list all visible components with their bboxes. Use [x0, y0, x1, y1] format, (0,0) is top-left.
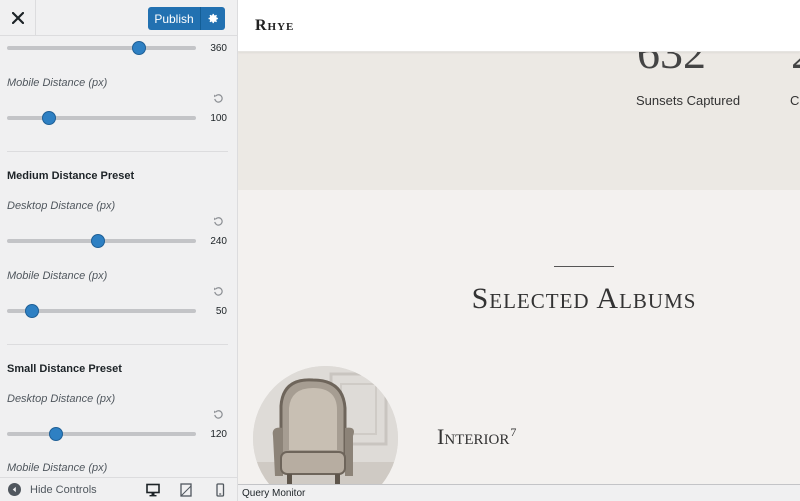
section-divider	[7, 151, 228, 152]
close-icon	[11, 11, 24, 24]
sidebar-footer: Hide Controls	[0, 477, 237, 501]
mobile-distance-label: Mobile Distance (px)	[7, 462, 108, 474]
desktop-distance-label: Desktop Distance (px)	[7, 200, 116, 212]
gear-icon	[208, 13, 218, 24]
slider-thumb[interactable]	[49, 427, 64, 441]
chevron-left-icon	[8, 483, 21, 496]
customizer-sidebar: Publish 360 Mobile Distance (px) 100 Med…	[0, 0, 238, 501]
slider-thumb[interactable]	[132, 41, 147, 55]
mobile-distance-label: Mobile Distance (px)	[7, 270, 108, 282]
mobile-icon	[216, 483, 225, 497]
album-title[interactable]: Interior7	[437, 424, 516, 450]
slider-value: 120	[210, 429, 227, 440]
publish-button-group: Publish	[148, 7, 225, 30]
album-count: 7	[510, 424, 517, 439]
publish-button[interactable]: Publish	[148, 7, 200, 30]
slider-thumb[interactable]	[24, 304, 39, 318]
medium-mobile-distance-slider[interactable]	[7, 304, 196, 318]
section-divider	[7, 344, 228, 345]
site-preview: Rhye 632 Sunsets Captured 2 C Selected A…	[238, 0, 800, 501]
album-title-text: Interior	[437, 424, 510, 449]
small-desktop-distance-slider[interactable]	[7, 427, 196, 441]
tablet-icon	[180, 483, 192, 497]
mobile-distance-label: Mobile Distance (px)	[7, 77, 108, 89]
slider-track	[7, 116, 196, 120]
slider-value: 100	[210, 113, 227, 124]
slider-value: 360	[210, 43, 227, 54]
medium-preset-title: Medium Distance Preset	[7, 170, 135, 182]
mobile-preview-button[interactable]	[213, 483, 227, 497]
reset-icon[interactable]	[213, 409, 224, 420]
stat-label: C	[790, 93, 800, 108]
stats-section: 632 Sunsets Captured 2 C	[238, 30, 800, 190]
slider-value: 240	[210, 236, 227, 247]
hide-controls-label: Hide Controls	[30, 483, 97, 496]
desktop-distance-label: Desktop Distance (px)	[7, 393, 116, 405]
reset-icon[interactable]	[213, 216, 224, 227]
close-button[interactable]	[0, 0, 36, 35]
query-monitor-label[interactable]: Query Monitor	[242, 488, 305, 499]
slider-thumb[interactable]	[41, 111, 56, 125]
slider-thumb[interactable]	[90, 234, 105, 248]
slider-track	[7, 46, 196, 50]
desktop-preview-button[interactable]	[146, 483, 160, 497]
site-header: Rhye	[238, 0, 800, 52]
hide-controls-button[interactable]: Hide Controls	[8, 483, 97, 496]
site-logo[interactable]: Rhye	[255, 17, 294, 35]
publish-settings-button[interactable]	[200, 7, 225, 30]
armchair-image	[253, 366, 398, 501]
reset-icon[interactable]	[213, 93, 224, 104]
section-heading: Selected Albums	[471, 282, 697, 315]
slider-track	[7, 432, 196, 436]
stat-label: Sunsets Captured	[636, 93, 741, 108]
large-desktop-distance-slider[interactable]	[7, 41, 196, 55]
sidebar-header: Publish	[0, 0, 237, 36]
section-divider	[554, 266, 614, 267]
large-mobile-distance-slider[interactable]	[7, 111, 196, 125]
query-monitor-bar[interactable]: Query Monitor	[238, 484, 800, 501]
small-preset-title: Small Distance Preset	[7, 363, 122, 375]
tablet-preview-button[interactable]	[179, 483, 193, 497]
album-thumbnail[interactable]	[253, 366, 398, 501]
reset-icon[interactable]	[213, 286, 224, 297]
slider-value: 50	[215, 306, 227, 317]
medium-desktop-distance-slider[interactable]	[7, 234, 196, 248]
desktop-icon	[146, 483, 160, 497]
